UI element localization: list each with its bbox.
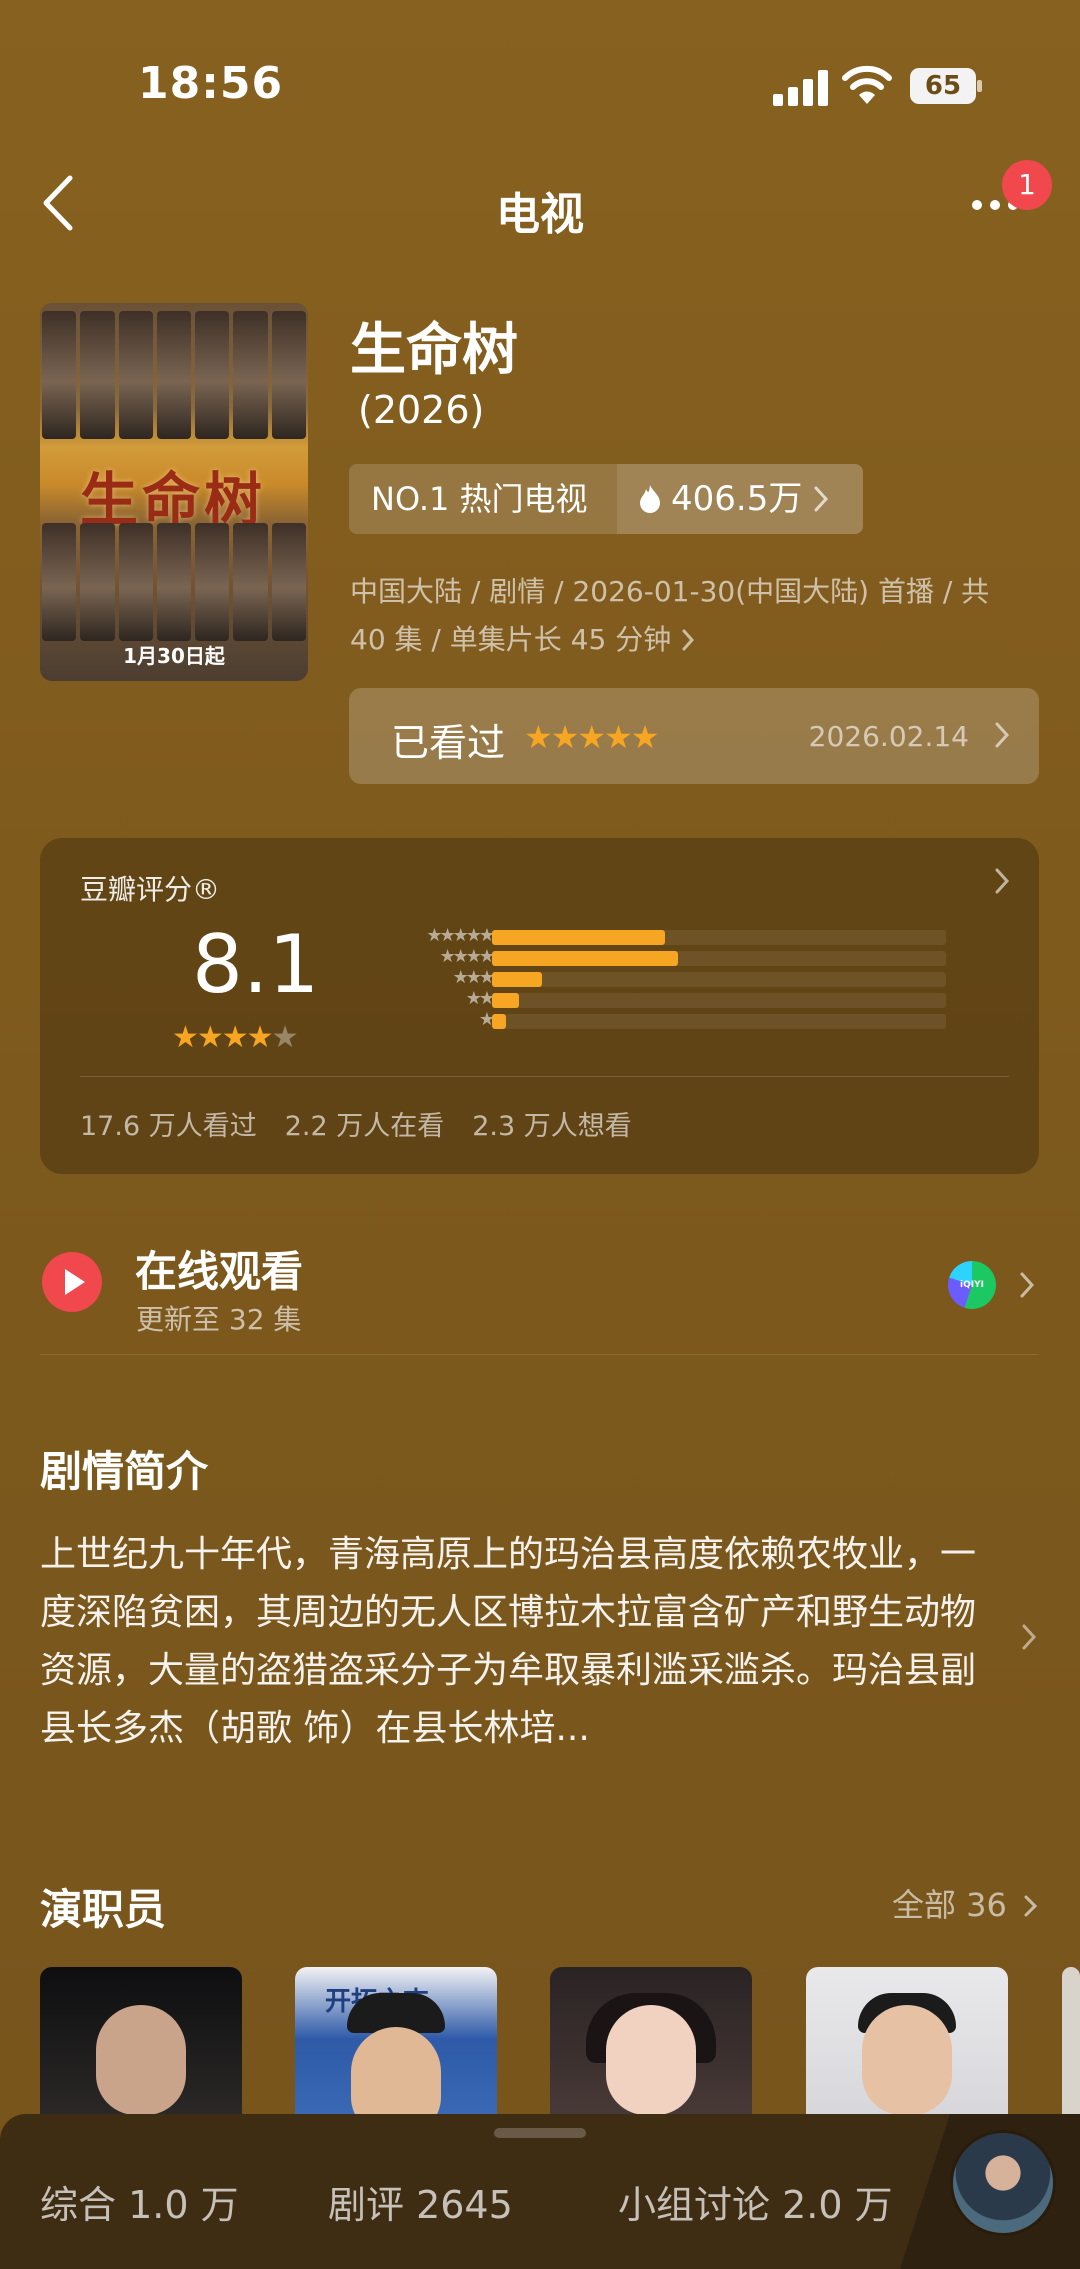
rating-bar-fill [492,930,665,945]
rating-bar-stars: ★★★★★ [426,925,495,946]
tab-overview[interactable]: 综合 1.0 万 [40,2174,239,2229]
cast-title: 演职员 [40,1885,167,1934]
cast-photo [96,2005,186,2115]
rating-bar-stars: ★ [478,1009,495,1030]
cast-all-label: 全部 36 [892,1886,1007,1924]
flame-icon [640,485,660,513]
floating-avatar[interactable] [950,2130,1056,2236]
cast-member-card[interactable] [1062,1967,1080,2127]
iqiyi-logo-icon[interactable]: iQIYI [948,1261,996,1309]
rating-bar-track [492,1014,946,1029]
rating-bar-row: ★★★ [342,967,946,989]
rating-bar-row: ★★★★ [342,946,946,968]
page-title: 电视 [496,189,584,240]
bottom-tab-bar: 综合 1.0 万 剧评 2645 小组讨论 2.0 万 [0,2114,1080,2269]
cast-member-card[interactable] [806,1967,1008,2127]
show-title: 生命树 [350,318,518,383]
rank-badge[interactable]: NO.1 热门电视 406.5万 [349,464,863,534]
show-meta[interactable]: 中国大陆 / 剧情 / 2026-01-30(中国大陆) 首播 / 共 40 集… [350,568,1030,664]
synopsis-text[interactable]: 上世纪九十年代，青海高原上的玛治县高度依赖农牧业，一度深陷贫困，其周边的无人区博… [40,1526,1000,1758]
rating-stats: 17.6 万人看过 2.2 万人在看 2.3 万人想看 [80,1104,632,1143]
rating-bar-fill [492,993,520,1008]
user-rating-stars: ★★★★★ [524,718,659,756]
tab-group-discussion[interactable]: 小组讨论 2.0 万 [618,2174,893,2229]
rating-card[interactable]: 豆瓣评分® 8.1 ★★★★★ ★★★★★ ★★★★ ★★★ ★★ ★ 17.6 万人看… [40,838,1039,1174]
rating-label: 豆瓣评分® [80,873,221,906]
battery-level: 65 [910,68,976,104]
watched-label: 已看过 [391,721,506,765]
poster-image[interactable]: 生命树 1月30日起 [40,303,308,681]
rating-stars: ★★★★★ [172,1020,299,1055]
drag-handle[interactable] [494,2128,586,2138]
play-button[interactable] [42,1252,102,1312]
poster-date: 1月30日起 [123,644,225,668]
show-year: (2026) [358,388,485,432]
rating-bar-stars: ★★★★ [439,946,495,967]
cast-photo [351,2027,441,2127]
rating-bar-row: ★ [342,1009,946,1031]
cast-photo [862,2005,952,2115]
chevron-right-icon [995,868,1010,894]
rating-bar-stars: ★★★ [452,967,495,988]
want-count: 2.3 万人想看 [472,1111,632,1142]
rating-distribution: ★★★★★ ★★★★ ★★★ ★★ ★ [342,925,946,1031]
chevron-right-icon[interactable] [1020,1622,1038,1652]
chevron-right-icon [682,629,695,651]
cast-photo [606,2005,696,2115]
watching-count: 2.2 万人在看 [284,1111,445,1142]
cast-member-card[interactable] [40,1967,242,2127]
chevron-right-icon [814,486,829,512]
synopsis-title: 剧情简介 [40,1447,209,1496]
rating-bar-fill [492,972,542,987]
watched-status-button[interactable]: 已看过 ★★★★★ 2026.02.14 [349,688,1039,784]
play-icon [65,1269,85,1295]
watched-date: 2026.02.14 [808,720,969,753]
cast-member-card[interactable]: 开拓之吉 [295,1967,497,2127]
rating-bar-track [492,993,946,1008]
chevron-right-icon[interactable] [1018,1270,1036,1300]
rating-bar-fill [492,951,679,966]
divider [40,1354,1039,1355]
tab-reviews[interactable]: 剧评 2645 [328,2174,513,2229]
heat-value: 406.5万 [671,479,803,519]
cellular-signal-icon [773,70,829,106]
rating-bar-stars: ★★ [465,988,495,1009]
rating-bar-track [492,930,946,945]
status-time: 18:56 [138,58,284,109]
rank-label: NO.1 热门电视 [371,480,588,518]
more-button[interactable]: 1 [962,160,1052,238]
rating-bar-fill [492,1014,506,1029]
rating-bar-row: ★★★★★ [342,925,946,947]
rating-stars-empty: ★ [271,1020,299,1055]
online-watch-subtitle: 更新至 32 集 [136,1303,302,1336]
rating-bar-row: ★★ [342,988,946,1010]
cast-member-card[interactable] [550,1967,752,2127]
rating-bar-track [492,951,946,966]
watched-count: 17.6 万人看过 [80,1111,257,1142]
chevron-right-icon [995,722,1010,748]
meta-line-2: 40 集 / 单集片长 45 分钟 [350,623,672,656]
rating-stars-filled: ★★★★ [172,1020,274,1055]
wifi-icon [842,65,892,104]
battery-icon: 65 [910,68,982,104]
notification-badge: 1 [1002,160,1052,210]
divider [80,1076,1009,1077]
meta-line-1: 中国大陆 / 剧情 / 2026-01-30(中国大陆) 首播 / 共 [350,575,990,608]
rating-score: 8.1 [192,918,320,1011]
cast-all-link[interactable]: 全部 36 [892,1880,1039,1926]
online-watch-title[interactable]: 在线观看 [135,1238,303,1299]
rating-bar-track [492,972,946,987]
chevron-right-icon [1024,1895,1038,1917]
